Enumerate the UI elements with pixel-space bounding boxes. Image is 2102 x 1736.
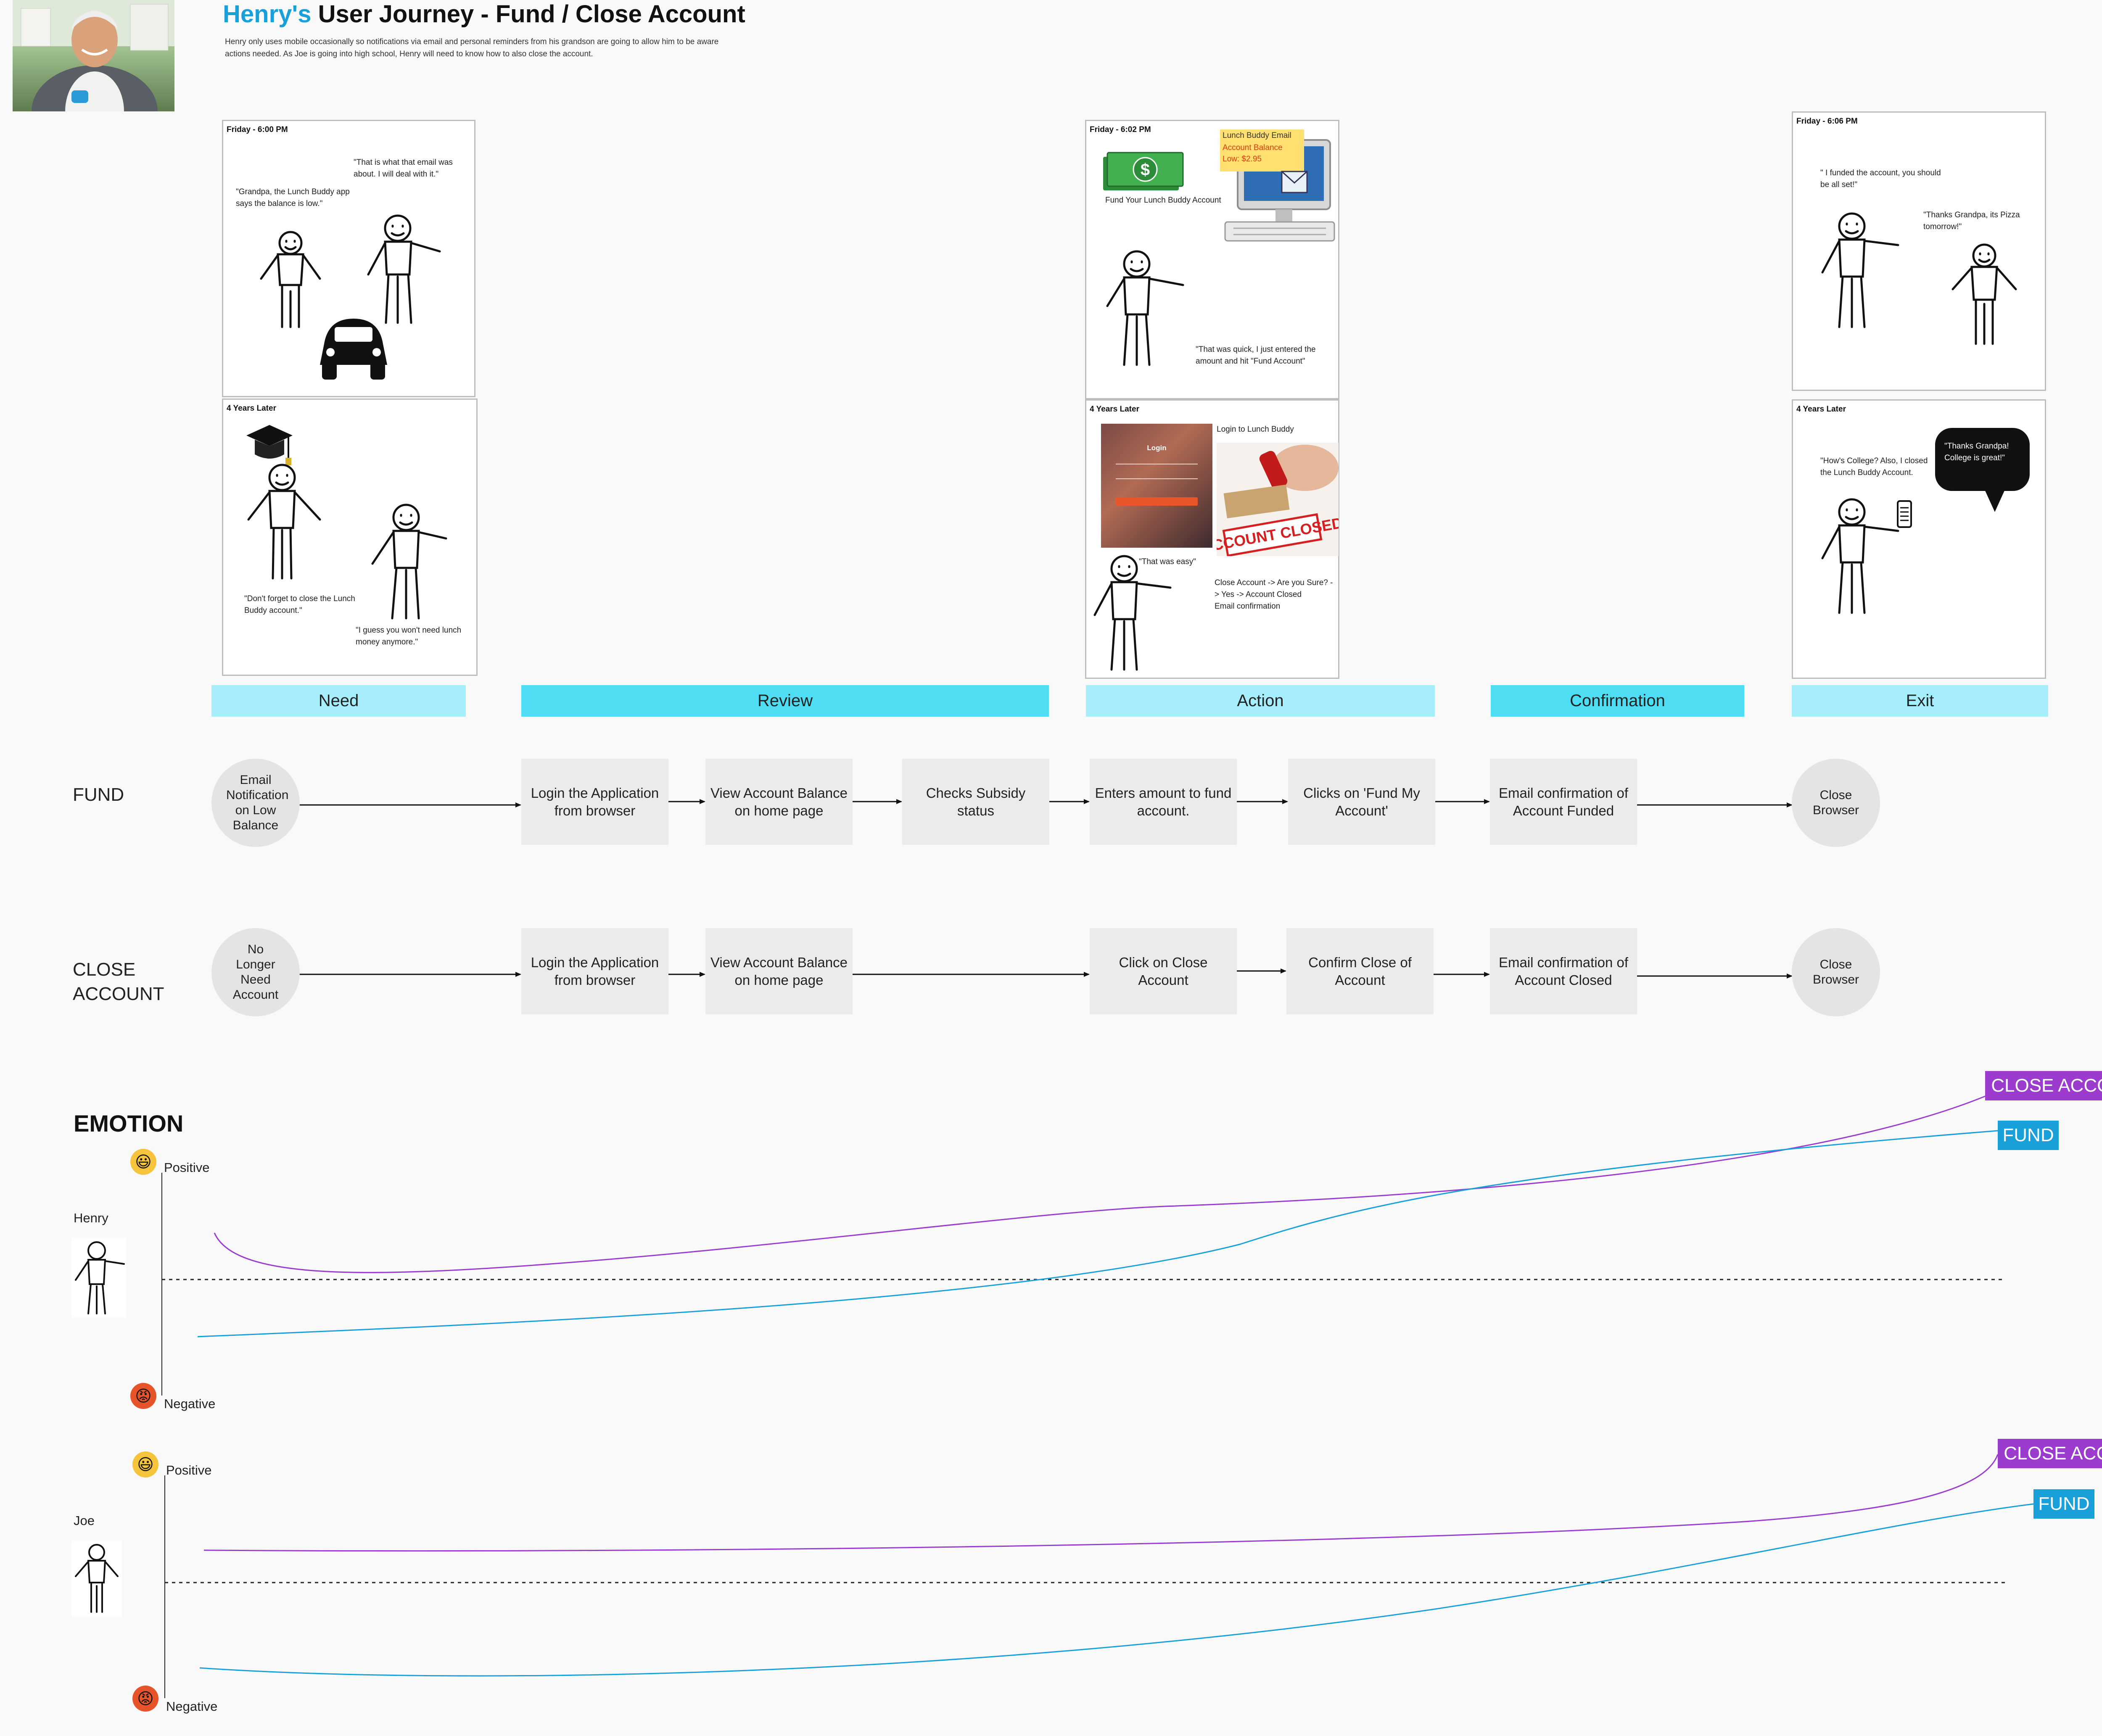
joe-fund-curve	[199, 1503, 2034, 1677]
emotion-curves	[161, 1095, 2034, 1698]
joe-close-account-curve	[203, 1454, 1999, 1552]
henry-close-account-curve	[214, 1095, 1986, 1273]
henry-fund-curve	[197, 1130, 1998, 1338]
